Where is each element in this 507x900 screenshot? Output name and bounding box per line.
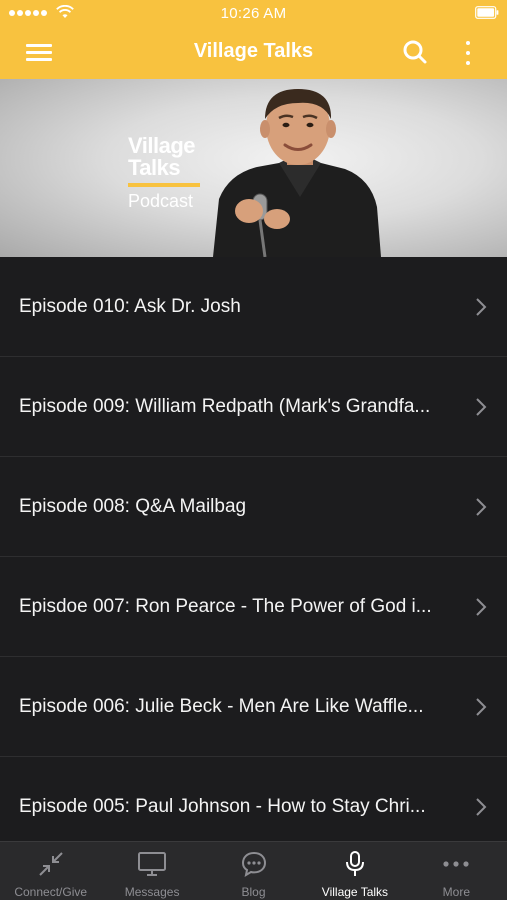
episode-row[interactable]: Episode 010: Ask Dr. Josh (0, 257, 507, 357)
episode-title: Episode 009: William Redpath (Mark's Gra… (19, 396, 431, 417)
tab-messages[interactable]: Messages (101, 842, 202, 900)
logo-line-talks: Talks (128, 155, 181, 180)
tab-blog[interactable]: Blog (203, 842, 304, 900)
episode-title: Episode 010: Ask Dr. Josh (19, 296, 241, 317)
tab-label: More (442, 885, 470, 899)
episode-title: Episode 008: Q&A Mailbag (19, 496, 247, 517)
episode-title: Episdoe 007: Ron Pearce - The Power of G… (19, 596, 432, 617)
episode-row[interactable]: Episdoe 007: Ron Pearce - The Power of G… (0, 557, 507, 657)
chevron-right-icon (476, 798, 487, 816)
host-photo (213, 89, 381, 257)
tab-label: Connect/Give (14, 885, 88, 899)
status-time: 10:26 AM (220, 5, 287, 22)
chevron-right-icon (476, 598, 487, 616)
chevron-right-icon (476, 398, 487, 416)
tab-bar: Connect/Give Messages Blog Village Talks… (0, 841, 507, 900)
episode-row[interactable]: Episode 008: Q&A Mailbag (0, 457, 507, 557)
monitor-icon (137, 850, 167, 878)
status-bar: 10:26 AM (0, 0, 507, 26)
more-options-icon[interactable] (455, 36, 481, 70)
episode-title: Episode 006: Julie Beck - Men Are Like W… (19, 696, 424, 717)
tab-label: Messages (124, 885, 180, 899)
podcast-banner: Village Talks Podcast (0, 79, 507, 257)
battery-icon (475, 6, 499, 19)
tab-label: Blog (241, 885, 266, 899)
compress-arrows-icon (36, 850, 66, 878)
chevron-right-icon (476, 298, 487, 316)
tab-label: Village Talks (321, 885, 389, 899)
logo-line-village: Village (128, 133, 196, 158)
chat-bubble-icon (239, 850, 269, 878)
village-talks-podcast-logo: Village Talks Podcast (128, 135, 200, 210)
chevron-right-icon (476, 498, 487, 516)
chevron-right-icon (476, 698, 487, 716)
page-title: Village Talks (193, 40, 314, 62)
search-icon[interactable] (400, 37, 430, 67)
microphone-icon (340, 850, 370, 878)
tab-village-talks[interactable]: Village Talks (304, 842, 405, 900)
more-dots-icon (441, 850, 471, 878)
episode-title: Episode 005: Paul Johnson - How to Stay … (19, 796, 426, 817)
episode-row[interactable]: Episode 009: William Redpath (Mark's Gra… (0, 357, 507, 457)
episode-list: Episode 010: Ask Dr. Josh Episode 009: W… (0, 257, 507, 841)
tab-connect-give[interactable]: Connect/Give (0, 842, 101, 900)
logo-underline (128, 183, 200, 187)
navigation-bar: Village Talks (0, 26, 507, 79)
logo-line-podcast: Podcast (128, 191, 194, 211)
episode-row[interactable]: Episode 005: Paul Johnson - How to Stay … (0, 757, 507, 841)
tab-more[interactable]: More (406, 842, 507, 900)
episode-row[interactable]: Episode 006: Julie Beck - Men Are Like W… (0, 657, 507, 757)
